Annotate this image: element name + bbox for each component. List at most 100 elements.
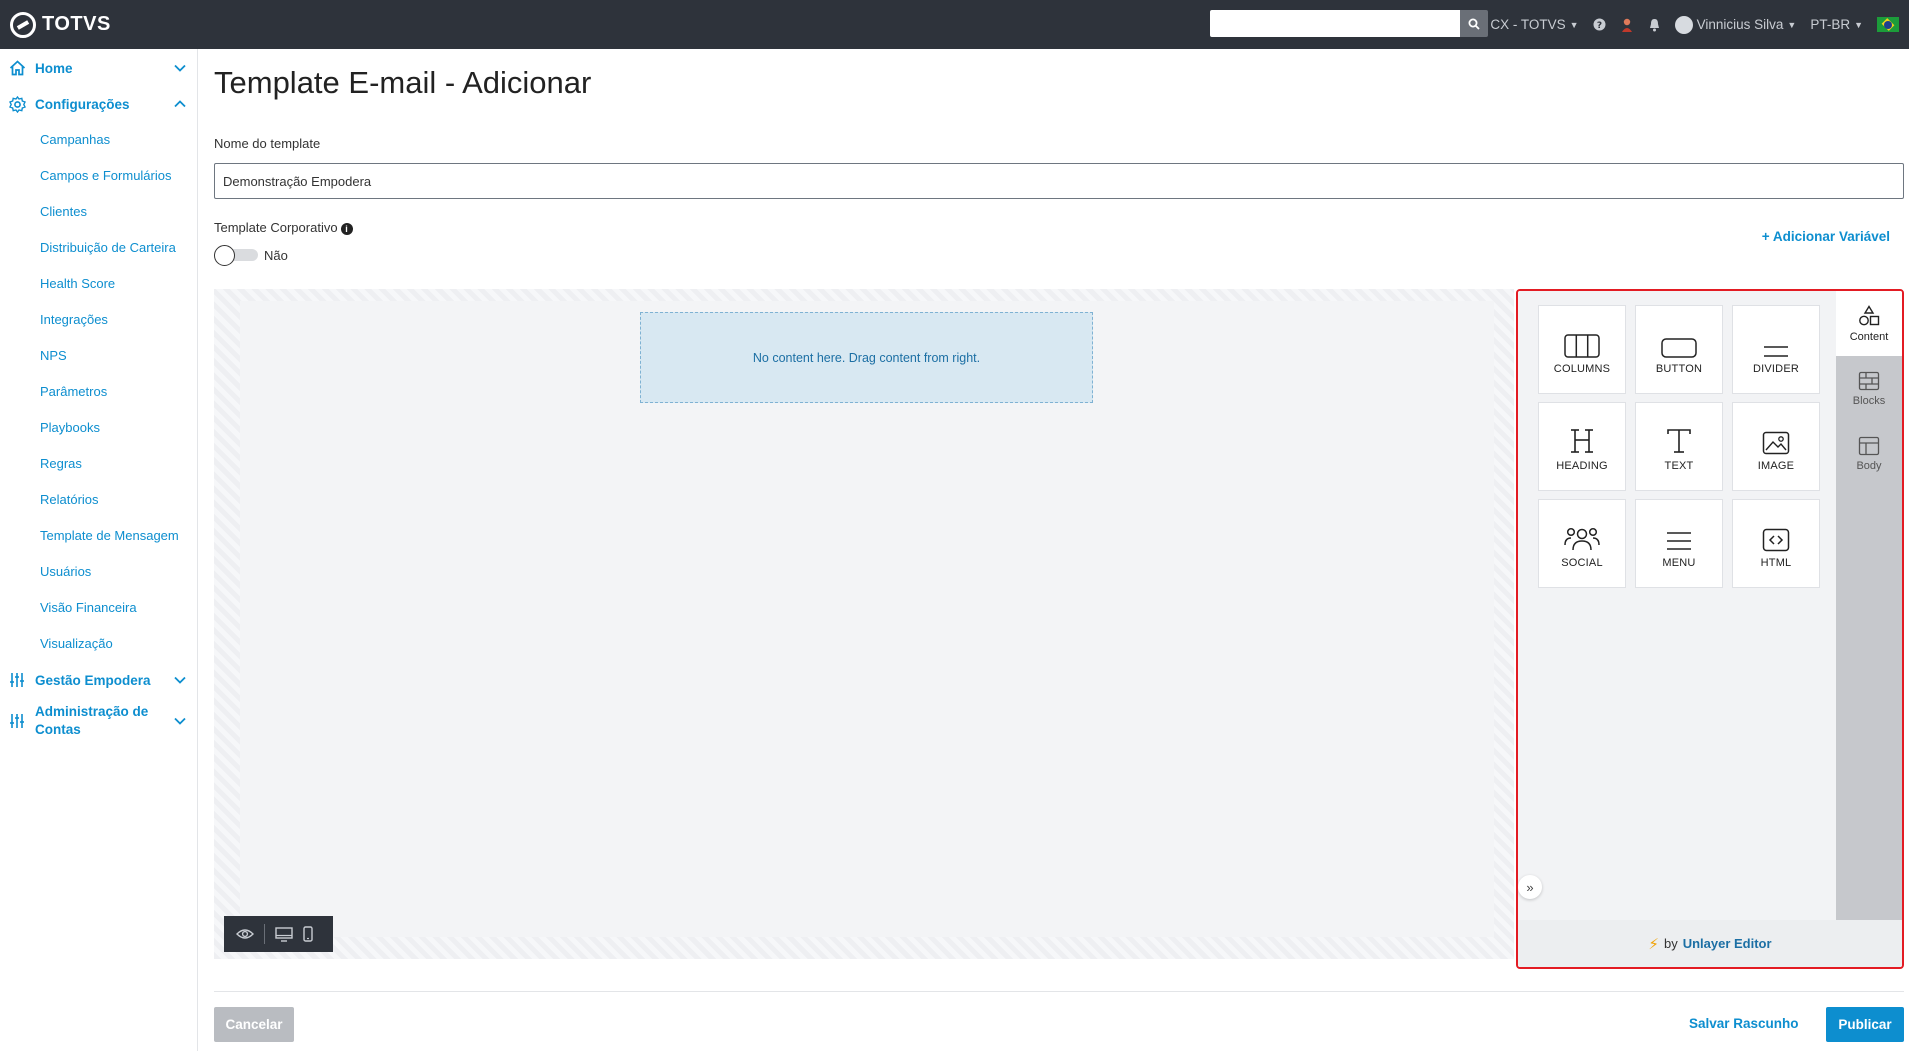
sidebar-group-configuracoes[interactable]: Configurações	[0, 86, 197, 122]
bell-icon	[1649, 18, 1659, 31]
users-icon	[1564, 527, 1600, 551]
unlayer-link[interactable]: Unlayer Editor	[1683, 936, 1772, 951]
mobile-view-button[interactable]	[303, 926, 313, 942]
add-variable-button[interactable]: + Adicionar Variável	[1762, 229, 1890, 244]
tool-label: BUTTON	[1655, 363, 1703, 375]
sidebar-item[interactable]: Playbooks	[0, 410, 197, 446]
sidebar-item[interactable]: Template de Mensagem	[0, 518, 197, 554]
sidebar-item[interactable]: Parâmetros	[0, 374, 197, 410]
publish-button[interactable]: Publicar	[1826, 1007, 1904, 1042]
org-dropdown[interactable]: CX - TOTVS ▼	[1490, 17, 1578, 32]
tool-label: MENU	[1662, 557, 1696, 569]
eye-icon	[236, 929, 254, 939]
sidebar-item[interactable]: Integrações	[0, 302, 197, 338]
preview-button[interactable]	[236, 928, 254, 940]
caret-down-icon: ▼	[1854, 19, 1863, 30]
sidebar-item[interactable]: Clientes	[0, 194, 197, 230]
caret-down-icon: ▼	[1787, 19, 1797, 30]
sidebar-item[interactable]: Regras	[0, 446, 197, 482]
template-name-input[interactable]	[214, 163, 1904, 199]
user-name: Vinnicius Silva	[1696, 17, 1784, 32]
top-right-menu: CX - TOTVS ▼ ? Vinnicius Silva ▼ PT-BR ▼	[1490, 0, 1899, 49]
language-dropdown[interactable]: PT-BR ▼	[1810, 17, 1863, 32]
sidebar-group-label: Home	[35, 60, 73, 76]
editor-canvas[interactable]: No content here. Drag content from right…	[214, 289, 1514, 959]
search-input[interactable]	[1210, 10, 1460, 37]
cancel-button[interactable]: Cancelar	[214, 1007, 294, 1042]
user-menu[interactable]: Vinnicius Silva ▼	[1674, 15, 1797, 34]
tool-button[interactable]: BUTTON	[1635, 305, 1723, 394]
sidebar-item[interactable]: Relatórios	[0, 482, 197, 518]
tab-blocks[interactable]: Blocks	[1836, 356, 1902, 421]
sidebar-item[interactable]: Visão Financeira	[0, 590, 197, 626]
tool-columns[interactable]: COLUMNS	[1538, 305, 1626, 394]
sidebar-group-gestao-empodera[interactable]: Gestão Empodera	[0, 662, 197, 698]
search-button[interactable]	[1460, 10, 1488, 37]
drop-zone[interactable]: No content here. Drag content from right…	[640, 312, 1093, 403]
sidebar-item[interactable]: Campos e Formulários	[0, 158, 197, 194]
info-icon[interactable]: i	[340, 223, 353, 235]
save-draft-button[interactable]: Salvar Rascunho	[1689, 1016, 1799, 1031]
blocks-icon	[1858, 371, 1880, 390]
button-icon	[1661, 338, 1697, 358]
tab-label: Body	[1856, 459, 1882, 472]
lightning-icon: ⚡	[1648, 935, 1659, 953]
gear-icon	[8, 95, 26, 113]
email-body[interactable]: No content here. Drag content from right…	[240, 301, 1494, 937]
columns-icon	[1564, 334, 1600, 358]
view-toolbar	[224, 916, 333, 952]
main-content: Template E-mail - Adicionar Nome do temp…	[214, 49, 1904, 1051]
sidebar: Home Configurações Campanhas Campos e Fo…	[0, 49, 198, 1051]
agent-icon	[1621, 18, 1632, 32]
tool-menu[interactable]: MENU	[1635, 499, 1723, 588]
footer-by: by	[1663, 936, 1678, 951]
toolbar-divider	[264, 924, 265, 944]
mobile-icon	[303, 926, 313, 942]
desktop-view-button[interactable]	[275, 926, 293, 942]
home-icon	[8, 59, 26, 77]
sidebar-item[interactable]: Campanhas	[0, 122, 197, 158]
notifications-button[interactable]	[1648, 18, 1661, 32]
tab-content[interactable]: Content	[1836, 291, 1902, 356]
sliders-icon	[8, 712, 26, 730]
collapse-panel-button[interactable]: »	[1518, 875, 1542, 899]
sidebar-group-administracao[interactable]: Administração de Contas	[0, 698, 197, 744]
sidebar-group-label: Configurações	[35, 96, 130, 112]
desktop-icon	[275, 926, 293, 942]
page-title: Template E-mail - Adicionar	[214, 65, 592, 100]
tool-html[interactable]: HTML	[1732, 499, 1820, 588]
help-icon: ?	[1593, 18, 1606, 31]
corporate-toggle[interactable]	[214, 245, 259, 266]
heading-icon	[1571, 429, 1593, 453]
avatar	[1674, 15, 1693, 34]
image-icon	[1762, 431, 1790, 455]
shapes-icon	[1859, 304, 1880, 325]
sidebar-group-home[interactable]: Home	[0, 50, 197, 86]
text-icon	[1667, 429, 1691, 453]
sidebar-item[interactable]: Health Score	[0, 266, 197, 302]
tool-divider[interactable]: DIVIDER	[1732, 305, 1820, 394]
sidebar-item[interactable]: Distribuição de Carteira	[0, 230, 197, 266]
tool-image[interactable]: IMAGE	[1732, 402, 1820, 491]
tab-body[interactable]: Body	[1836, 421, 1902, 486]
totvs-logo-icon	[10, 11, 36, 38]
tool-text[interactable]: TEXT	[1635, 402, 1723, 491]
top-bar: TOTVS CX - TOTVS ▼ ? Vinnicius Silva ▼ PT-…	[0, 0, 1909, 49]
agent-button[interactable]	[1620, 17, 1634, 33]
email-editor: No content here. Drag content from right…	[214, 289, 1904, 969]
sidebar-config-list: Campanhas Campos e Formulários Clientes …	[0, 122, 197, 662]
sidebar-item[interactable]: Visualização	[0, 626, 197, 662]
tool-grid: COLUMNS BUTTON DIVIDER HEADING TEXT IMAG…	[1538, 305, 1820, 588]
tools-panel: COLUMNS BUTTON DIVIDER HEADING TEXT IMAG…	[1516, 289, 1904, 969]
tool-social[interactable]: SOCIAL	[1538, 499, 1626, 588]
totvs-logo[interactable]: TOTVS	[10, 11, 111, 38]
brazil-flag-icon[interactable]	[1877, 17, 1899, 32]
code-icon	[1762, 528, 1790, 552]
help-button[interactable]: ?	[1593, 18, 1606, 31]
tool-label: HTML	[1760, 557, 1792, 569]
tool-heading[interactable]: HEADING	[1538, 402, 1626, 491]
sidebar-item[interactable]: NPS	[0, 338, 197, 374]
sidebar-item[interactable]: Usuários	[0, 554, 197, 590]
template-name-label: Nome do template	[214, 136, 321, 151]
tab-label: Blocks	[1852, 394, 1886, 407]
